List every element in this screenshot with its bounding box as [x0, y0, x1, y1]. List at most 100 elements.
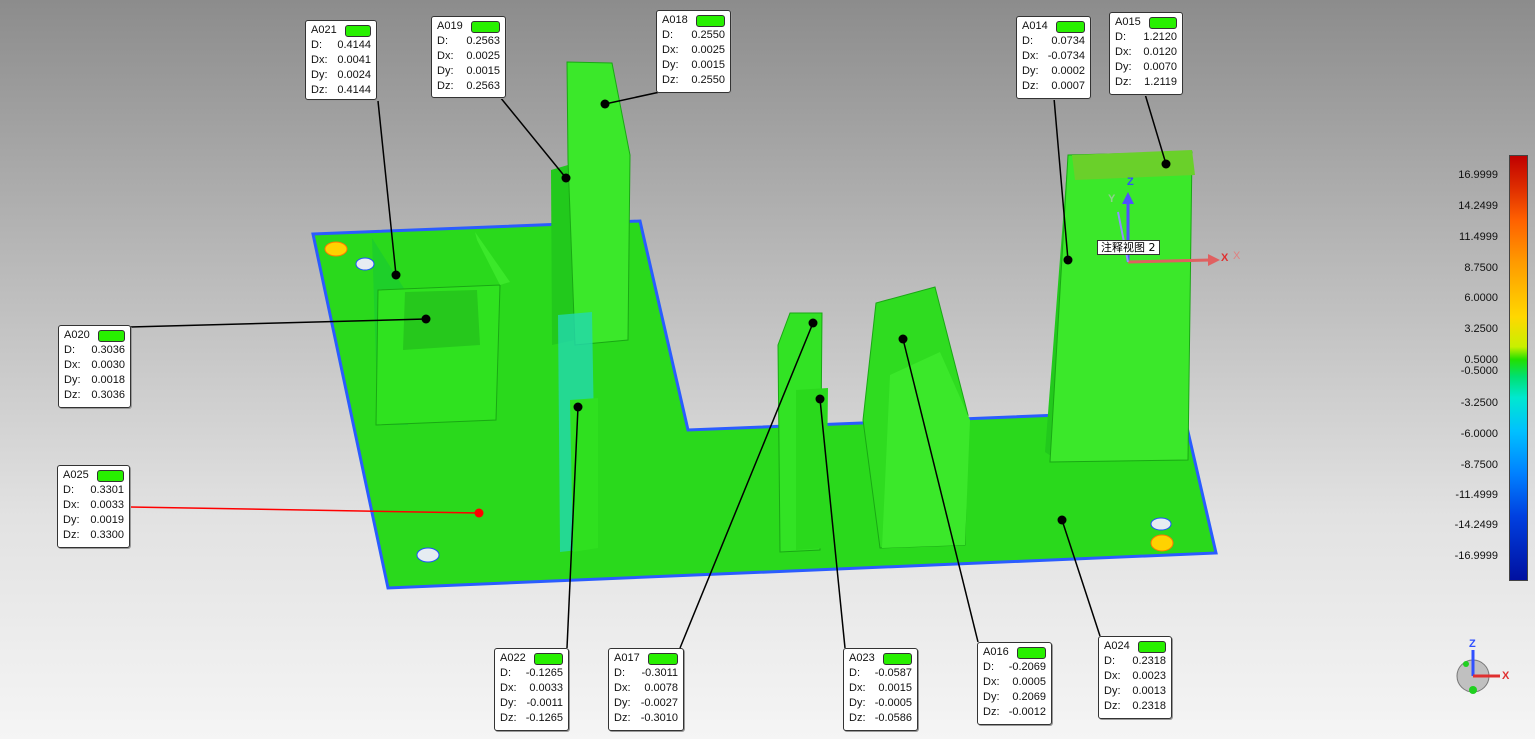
measure-key: Dy: — [64, 374, 81, 386]
status-badge — [1055, 20, 1085, 33]
measure-key: D: — [614, 667, 625, 679]
color-scale-tick: -8.7500 — [1460, 459, 1498, 471]
measure-key: Dx: — [64, 359, 81, 371]
measure-key: Dy: — [500, 697, 517, 709]
measure-row-dx: Dx: 0.0015 — [849, 681, 912, 696]
measure-key: Dy: — [311, 69, 328, 81]
color-scale-tick: -16.9999 — [1454, 550, 1498, 562]
annotation-a017[interactable]: A017 D: -0.3011 Dx: 0.0078 Dy: -0.0027 Dz: -0.30… — [608, 648, 684, 731]
measure-value: -0.2069 — [1008, 661, 1046, 673]
annotation-a024[interactable]: A024 D: 0.2318 Dx: 0.0023 Dy: 0.0013 Dz: 0.2318 — [1098, 636, 1172, 719]
status-badge — [1148, 16, 1177, 29]
measure-key: Dx: — [63, 499, 80, 511]
hole — [1150, 517, 1172, 531]
measure-row-dx: Dx: 0.0023 — [1104, 669, 1166, 684]
measure-value: -0.0012 — [1008, 706, 1046, 718]
measure-row-dz: Dz: -0.1265 — [500, 711, 563, 726]
annotation-a021[interactable]: A021 D: 0.4144 Dx: 0.0041 Dy: 0.0024 Dz: 0.4144 — [305, 20, 377, 100]
x-axis-label: X — [1221, 252, 1229, 264]
measure-value: 0.2069 — [1012, 691, 1046, 703]
measure-row-dz: Dz: 0.3300 — [63, 528, 124, 543]
measure-row-d: D: 0.4144 — [311, 38, 371, 53]
measure-value: -0.1265 — [525, 712, 563, 724]
measure-row-dx: Dx: 0.0025 — [437, 49, 500, 64]
annotation-a015[interactable]: A015 D: 1.2120 Dx: 0.0120 Dy: 0.0070 Dz: 1.2119 — [1109, 12, 1183, 95]
status-badge — [97, 329, 125, 342]
measure-value: 0.0015 — [466, 65, 500, 77]
measure-value: 0.0734 — [1051, 35, 1085, 47]
measure-row-dy: Dy: -0.0027 — [614, 696, 678, 711]
measure-key: Dz: — [1104, 700, 1121, 712]
measure-key: Dy: — [662, 59, 679, 71]
measure-row-dz: Dz: -0.3010 — [614, 711, 678, 726]
color-scale-tick: 8.7500 — [1464, 262, 1498, 274]
annotation-a020[interactable]: A020 D: 0.3036 Dx: 0.0030 Dy: 0.0018 Dz: 0.3036 — [58, 325, 131, 408]
annotation-a025[interactable]: A025 D: 0.3301 Dx: 0.0033 Dy: 0.0019 Dz: 0.3300 — [57, 465, 130, 548]
measure-value: 0.0013 — [1132, 685, 1166, 697]
annotation-a022[interactable]: A022 D: -0.1265 Dx: 0.0033 Dy: -0.0011 Dz: -0.12… — [494, 648, 569, 731]
measure-value: 0.3036 — [91, 389, 125, 401]
measure-value: 0.0005 — [1012, 676, 1046, 688]
measure-row-dy: Dy: -0.0005 — [849, 696, 912, 711]
measure-value: 1.2119 — [1144, 76, 1177, 88]
hot-spot — [324, 241, 348, 257]
annotation-a016[interactable]: A016 D: -0.2069 Dx: 0.0005 Dy: 0.2069 Dz: -0.001… — [977, 642, 1052, 725]
measure-key: Dy: — [63, 514, 80, 526]
measure-key: Dz: — [311, 84, 328, 96]
annotation-id: A014 — [1022, 20, 1048, 32]
measure-row-d: D: 0.3036 — [64, 343, 125, 358]
annotation-id: A025 — [63, 469, 89, 481]
measure-row-dx: Dx: -0.0734 — [1022, 49, 1085, 64]
measure-value: 0.0018 — [91, 374, 125, 386]
measure-key: D: — [63, 484, 74, 496]
measure-row-d: D: -0.1265 — [500, 666, 563, 681]
annotation-id: A023 — [849, 652, 875, 664]
measure-key: Dz: — [63, 529, 80, 541]
measure-key: Dx: — [1022, 50, 1039, 62]
model-viewport[interactable] — [0, 0, 1535, 739]
annotation-a014[interactable]: A014 D: 0.0734 Dx: -0.0734 Dy: 0.0002 Dz: 0.0007 — [1016, 16, 1091, 99]
color-scale-tick: -11.4999 — [1455, 489, 1498, 501]
measure-value: -0.0586 — [874, 712, 912, 724]
measure-row-dz: Dz: 0.4144 — [311, 83, 371, 98]
measure-key: D: — [1022, 35, 1033, 47]
measure-key: D: — [437, 35, 448, 47]
measure-row-dy: Dy: 0.0019 — [63, 513, 124, 528]
measure-key: Dy: — [983, 691, 1000, 703]
x-axis-label-secondary: X — [1233, 250, 1241, 262]
measure-key: Dx: — [1104, 670, 1121, 682]
measure-value: 0.0002 — [1051, 65, 1085, 77]
measure-row-dy: Dy: -0.0011 — [500, 696, 563, 711]
measure-value: 0.0015 — [691, 59, 725, 71]
status-badge — [695, 14, 725, 27]
color-scale-tick: 14.2499 — [1458, 200, 1498, 212]
measure-key: Dy: — [1104, 685, 1121, 697]
measure-row-dz: Dz: 0.2563 — [437, 79, 500, 94]
measure-row-dz: Dz: -0.0586 — [849, 711, 912, 726]
measure-key: Dx: — [311, 54, 328, 66]
measure-key: D: — [500, 667, 511, 679]
annotation-a023[interactable]: A023 D: -0.0587 Dx: 0.0015 Dy: -0.0005 Dz: -0.05… — [843, 648, 918, 731]
color-scale-tick: 6.0000 — [1464, 292, 1498, 304]
measure-value: 0.2318 — [1132, 700, 1166, 712]
annotation-id: A018 — [662, 14, 688, 26]
measure-key: Dy: — [437, 65, 454, 77]
post-a023 — [796, 388, 828, 550]
measure-key: Dz: — [662, 74, 679, 86]
right-tower-front — [1049, 151, 1193, 463]
measure-key: Dz: — [500, 712, 517, 724]
measure-key: Dx: — [1115, 46, 1132, 58]
status-badge — [344, 24, 371, 37]
measure-key: Dx: — [500, 682, 517, 694]
measure-value: 0.0015 — [878, 682, 912, 694]
annotation-a018[interactable]: A018 D: 0.2550 Dx: 0.0025 Dy: 0.0015 Dz: 0.2550 — [656, 10, 731, 93]
status-badge — [882, 652, 912, 665]
measure-value: 0.3036 — [91, 344, 125, 356]
status-badge — [647, 652, 678, 665]
measure-row-d: D: -0.2069 — [983, 660, 1046, 675]
measure-row-dx: Dx: 0.0005 — [983, 675, 1046, 690]
annotation-id: A015 — [1115, 16, 1141, 28]
orientation-gizmo[interactable] — [1456, 650, 1500, 694]
measure-row-dy: Dy: 0.0018 — [64, 373, 125, 388]
annotation-a019[interactable]: A019 D: 0.2563 Dx: 0.0025 Dy: 0.0015 Dz: 0.2563 — [431, 16, 506, 98]
